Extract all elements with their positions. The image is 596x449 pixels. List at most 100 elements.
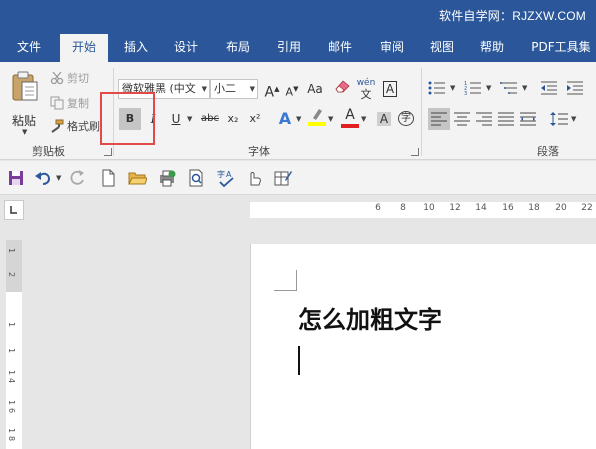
ribbon-tabs: 文件 开始 插入 设计 布局 引用 邮件 审阅 视图 帮助 PDF工具集 (0, 32, 596, 62)
distributed-icon[interactable] (520, 112, 536, 126)
tab-pdf-tools[interactable]: PDF工具集 (526, 32, 596, 62)
divider (421, 68, 422, 156)
format-painter-label: 格式刷 (67, 120, 100, 133)
chevron-down-icon[interactable]: ▼ (296, 115, 301, 123)
superscript-button[interactable]: x² (244, 108, 266, 130)
phonetic-guide-button[interactable]: wén 文 (355, 78, 377, 100)
clipboard-launcher-icon[interactable] (104, 148, 112, 156)
align-left-icon (431, 112, 447, 126)
draw-table-icon[interactable] (273, 168, 293, 188)
align-left-button[interactable] (428, 108, 450, 130)
tab-review[interactable]: 审阅 (370, 32, 414, 62)
font-color-button[interactable]: A (339, 106, 361, 128)
eraser-icon (335, 80, 350, 93)
print-preview-zoom-icon[interactable] (186, 168, 206, 188)
margin-corner-mark (274, 270, 297, 291)
change-case-button[interactable]: Aa (304, 78, 326, 100)
chevron-down-icon[interactable]: ▼ (450, 84, 455, 92)
ruler-number: 1 (7, 321, 17, 328)
increase-indent-icon[interactable] (566, 80, 584, 96)
tab-insert[interactable]: 插入 (114, 32, 158, 62)
chevron-down-icon[interactable]: ▼ (328, 115, 333, 123)
ruler-number: 1 (7, 347, 17, 354)
format-painter-icon (51, 119, 64, 133)
chevron-down-icon[interactable]: ▼ (187, 115, 192, 123)
svg-text:字: 字 (217, 169, 225, 179)
font-size-select[interactable]: 小二 ▼ (210, 79, 258, 99)
document-page[interactable] (250, 244, 596, 449)
character-border-glyph: A (382, 81, 398, 97)
character-shading-button[interactable]: A (373, 108, 395, 130)
ruler-number: 22 (581, 203, 593, 213)
enclose-characters-glyph: 字 (398, 111, 414, 126)
ruler-number: 8 (7, 435, 17, 442)
open-folder-icon[interactable] (127, 168, 147, 188)
align-right-icon[interactable] (476, 112, 492, 126)
format-painter-button[interactable]: 格式刷 (50, 118, 100, 134)
spelling-check-icon[interactable]: 字A (216, 168, 236, 188)
tab-references[interactable]: 引用 (268, 32, 310, 62)
group-label-paragraph: 段落 (537, 145, 559, 158)
cut-button[interactable]: 剪切 (50, 70, 89, 86)
touch-mode-icon[interactable] (244, 168, 264, 188)
tab-home[interactable]: 开始 (60, 34, 108, 62)
paste-button[interactable]: 粘贴 ▼ (8, 70, 42, 136)
strikethrough-button[interactable]: abc (198, 108, 222, 130)
document-heading[interactable]: 怎么加粗文字 (298, 300, 442, 335)
subscript-button[interactable]: x₂ (222, 108, 244, 130)
save-icon[interactable] (6, 168, 26, 188)
text-cursor (298, 346, 300, 375)
font-launcher-icon[interactable] (411, 148, 419, 156)
clear-formatting-button[interactable] (331, 78, 353, 100)
copy-button[interactable]: 复制 (50, 95, 89, 111)
ruler-number: 12 (449, 203, 461, 213)
chevron-down-icon[interactable]: ▼ (56, 174, 61, 182)
tab-layout[interactable]: 布局 (216, 32, 260, 62)
chevron-down-icon[interactable]: ▼ (486, 84, 491, 92)
multilevel-list-icon[interactable] (500, 80, 518, 96)
cut-label: 剪切 (67, 72, 89, 85)
tab-mailings[interactable]: 邮件 (318, 32, 362, 62)
text-effects-glyph: A (278, 109, 292, 128)
group-label-clipboard: 剪贴板 (32, 145, 65, 158)
underline-button[interactable]: U (165, 108, 187, 130)
redo-icon[interactable] (68, 168, 88, 188)
align-center-icon[interactable] (454, 112, 470, 126)
ruler-number: 4 (7, 377, 17, 384)
justify-icon[interactable] (498, 112, 514, 126)
tab-file[interactable]: 文件 (6, 32, 52, 62)
clipboard-icon (12, 71, 38, 101)
ruler-number: 6 (7, 407, 17, 414)
ruler-number: 10 (423, 203, 435, 213)
strikethrough-glyph: abc (201, 113, 219, 124)
character-border-button[interactable]: A (379, 78, 401, 100)
font-color-glyph: A (345, 107, 355, 123)
enclose-characters-button[interactable]: 字 (395, 108, 417, 130)
grow-font-button[interactable]: A▲ (261, 78, 283, 101)
undo-icon[interactable] (34, 168, 54, 188)
chevron-down-icon[interactable]: ▼ (571, 115, 576, 123)
tab-help[interactable]: 帮助 (470, 32, 514, 62)
group-label-font: 字体 (248, 145, 270, 158)
horizontal-ruler[interactable]: 6 8 10 12 14 16 18 20 22 (250, 202, 596, 218)
superscript-glyph: x² (249, 112, 261, 125)
highlighter-icon (308, 109, 326, 126)
line-spacing-icon[interactable] (550, 111, 568, 127)
chevron-down-icon[interactable]: ▼ (522, 84, 527, 92)
decrease-indent-icon[interactable] (540, 80, 558, 96)
bullet-list-icon[interactable] (428, 80, 446, 96)
ruler-number: 1 (7, 247, 17, 254)
new-document-icon[interactable] (98, 168, 118, 188)
chevron-down-icon[interactable]: ▼ (361, 115, 366, 123)
tab-design[interactable]: 设计 (164, 32, 208, 62)
highlight-button[interactable] (306, 106, 328, 128)
text-effects-button[interactable]: A (274, 108, 296, 130)
tab-selector-button[interactable] (4, 200, 24, 220)
numbered-list-icon[interactable]: 123 (464, 80, 482, 96)
print-preview-icon[interactable] (157, 168, 177, 188)
vertical-ruler[interactable]: 1 2 1 1 1 4 1 6 1 8 (6, 240, 22, 449)
chevron-down-icon: ▼ (22, 128, 28, 136)
shrink-font-button[interactable]: A▼ (281, 78, 303, 100)
ruler-number: 1 (7, 399, 17, 406)
tab-view[interactable]: 视图 (420, 32, 464, 62)
